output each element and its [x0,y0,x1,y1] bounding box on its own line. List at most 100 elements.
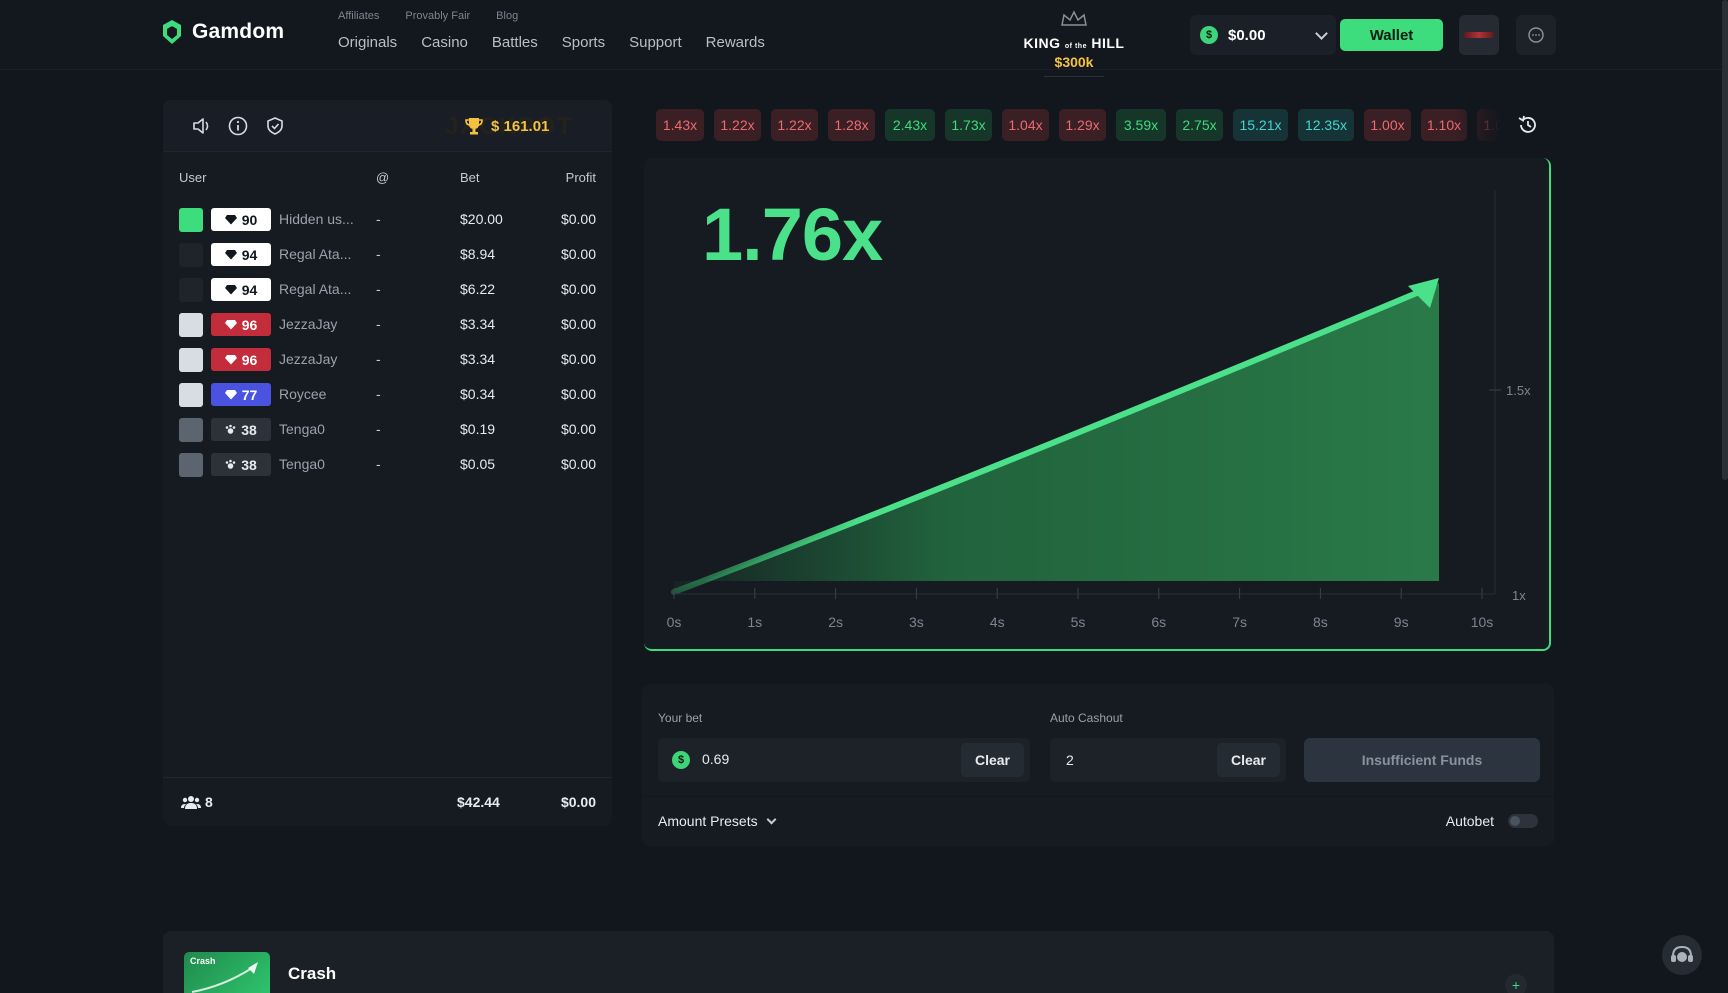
chat-button[interactable] [1516,15,1556,55]
autobet-control: Autobet [1446,813,1538,829]
history-pill[interactable]: 3.59x [1116,109,1166,141]
trophy-icon [463,115,485,137]
user-avatar[interactable] [179,243,203,267]
history-pill[interactable]: 1.28x [828,109,875,141]
history-pill[interactable]: 15.21x [1233,109,1288,141]
user-level: 96 [242,352,258,368]
user-avatar[interactable] [179,418,203,442]
nav-support[interactable]: Support [629,34,682,51]
x-tick-label: 1s [747,614,762,630]
user-name[interactable]: Tenga0 [279,456,361,472]
user-avatar[interactable] [179,383,203,407]
auto-cashout-field[interactable]: 2 Clear [1050,738,1286,782]
x-tick-label: 3s [909,614,924,630]
x-tick-label: 5s [1071,614,1086,630]
bet-amount-field[interactable]: $ 0.69 Clear [658,738,1030,782]
nav-battles[interactable]: Battles [492,34,538,51]
user-avatar[interactable] [179,278,203,302]
auto-cashout-label: Auto Cashout [1050,711,1123,725]
jackpot-display[interactable]: $ 161.01 [463,114,549,138]
column-bet: Bet [460,170,480,185]
history-icon[interactable] [1516,113,1540,137]
bet-clear-button[interactable]: Clear [961,743,1024,777]
user-name[interactable]: Regal Ata... [279,281,361,297]
user-name[interactable]: JezzaJay [279,316,361,332]
support-agent-icon [1669,944,1695,966]
bet-row[interactable]: 90Hidden us...-$20.00$0.00 [163,202,612,237]
history-pill[interactable]: 1.22x [771,109,818,141]
nav-sports[interactable]: Sports [562,34,605,51]
auto-cashout-value[interactable]: 2 [1066,752,1074,768]
wallet-button[interactable]: Wallet [1340,19,1443,51]
bet-amount: $0.19 [460,421,495,437]
history-pill[interactable]: 1.22x [714,109,761,141]
user-level-badge: 96 [211,348,271,371]
column-cashout-at: @ [376,170,389,185]
nav-provably-fair[interactable]: Provably Fair [405,10,470,22]
avatar-badge-icon [1464,32,1494,38]
history-pill[interactable]: 12.35x [1298,109,1354,141]
bet-profit: $0.00 [561,386,596,402]
cashout-clear-button[interactable]: Clear [1217,743,1280,777]
page-scrollbar[interactable] [1722,0,1728,480]
bet-row[interactable]: 38Tenga0-$0.19$0.00 [163,412,612,447]
x-tick-label: 9s [1394,614,1409,630]
history-pill[interactable]: 2.75x [1176,109,1223,141]
user-avatar[interactable] [179,313,203,337]
user-avatar[interactable] [179,348,203,372]
place-bet-button[interactable]: Insufficient Funds [1304,738,1540,782]
bet-row[interactable]: 96JezzaJay-$3.34$0.00 [163,342,612,377]
bet-controls: Your bet $ 0.69 Clear Auto Cashout 2 Cle… [642,684,1554,846]
user-name[interactable]: Hidden us... [279,211,361,227]
diamond-icon [225,214,237,225]
king-of-the-hill-promo[interactable]: KING of the HILL $300k [1022,10,1126,66]
user-name[interactable]: JezzaJay [279,351,361,367]
diamond-icon [225,249,237,260]
bet-amount: $0.34 [460,386,495,402]
bet-row[interactable]: 94Regal Ata...-$6.22$0.00 [163,272,612,307]
rising-arrow-icon [184,952,270,993]
column-profit: Profit [566,170,596,185]
x-tick-label: 2s [828,614,843,630]
support-chat-button[interactable] [1662,935,1702,975]
amount-presets-dropdown[interactable]: Amount Presets [658,813,775,829]
crown-icon [1060,10,1088,26]
bet-amount: $3.34 [460,351,495,367]
bet-profit: $0.00 [561,281,596,297]
nav-originals[interactable]: Originals [338,34,397,51]
nav-affiliates[interactable]: Affiliates [338,10,379,22]
bet-row[interactable]: 77Roycee-$0.34$0.00 [163,377,612,412]
bet-row[interactable]: 38Tenga0-$0.05$0.00 [163,447,612,482]
expand-button[interactable]: + [1505,974,1527,993]
brand-logo[interactable]: Gamdom [160,18,284,46]
user-avatar[interactable] [1459,15,1499,55]
sound-icon[interactable] [190,115,212,137]
history-pill[interactable]: 1.43x [656,109,704,141]
balance-selector[interactable]: $ $0.00 [1190,15,1336,55]
promo-title: KING of the HILL [1022,35,1126,51]
history-pill[interactable]: 1.04x [1002,109,1049,141]
y-tick-1x: 1x [1512,588,1526,603]
cashout-at: - [376,386,381,402]
user-name[interactable]: Tenga0 [279,421,361,437]
history-pill[interactable]: 1.73x [945,109,992,141]
user-name[interactable]: Regal Ata... [279,246,361,262]
history-pill[interactable]: 1.29x [1059,109,1106,141]
user-name[interactable]: Roycee [279,386,361,402]
nav-rewards[interactable]: Rewards [706,34,765,51]
history-pill[interactable]: 1.00x [1364,109,1411,141]
bet-amount-value[interactable]: 0.69 [702,751,729,767]
info-icon[interactable] [227,115,249,137]
user-avatar[interactable] [179,453,203,477]
history-pill[interactable]: 2.43x [885,109,935,141]
bet-row[interactable]: 96JezzaJay-$3.34$0.00 [163,307,612,342]
nav-casino[interactable]: Casino [421,34,468,51]
autobet-toggle[interactable] [1508,814,1538,828]
diamond-icon [225,354,237,365]
user-avatar[interactable] [179,208,203,232]
shield-check-icon[interactable] [264,115,286,137]
nav-blog[interactable]: Blog [496,10,518,22]
user-level-badge: 96 [211,313,271,336]
bet-row[interactable]: 94Regal Ata...-$8.94$0.00 [163,237,612,272]
bet-amount: $6.22 [460,281,495,297]
